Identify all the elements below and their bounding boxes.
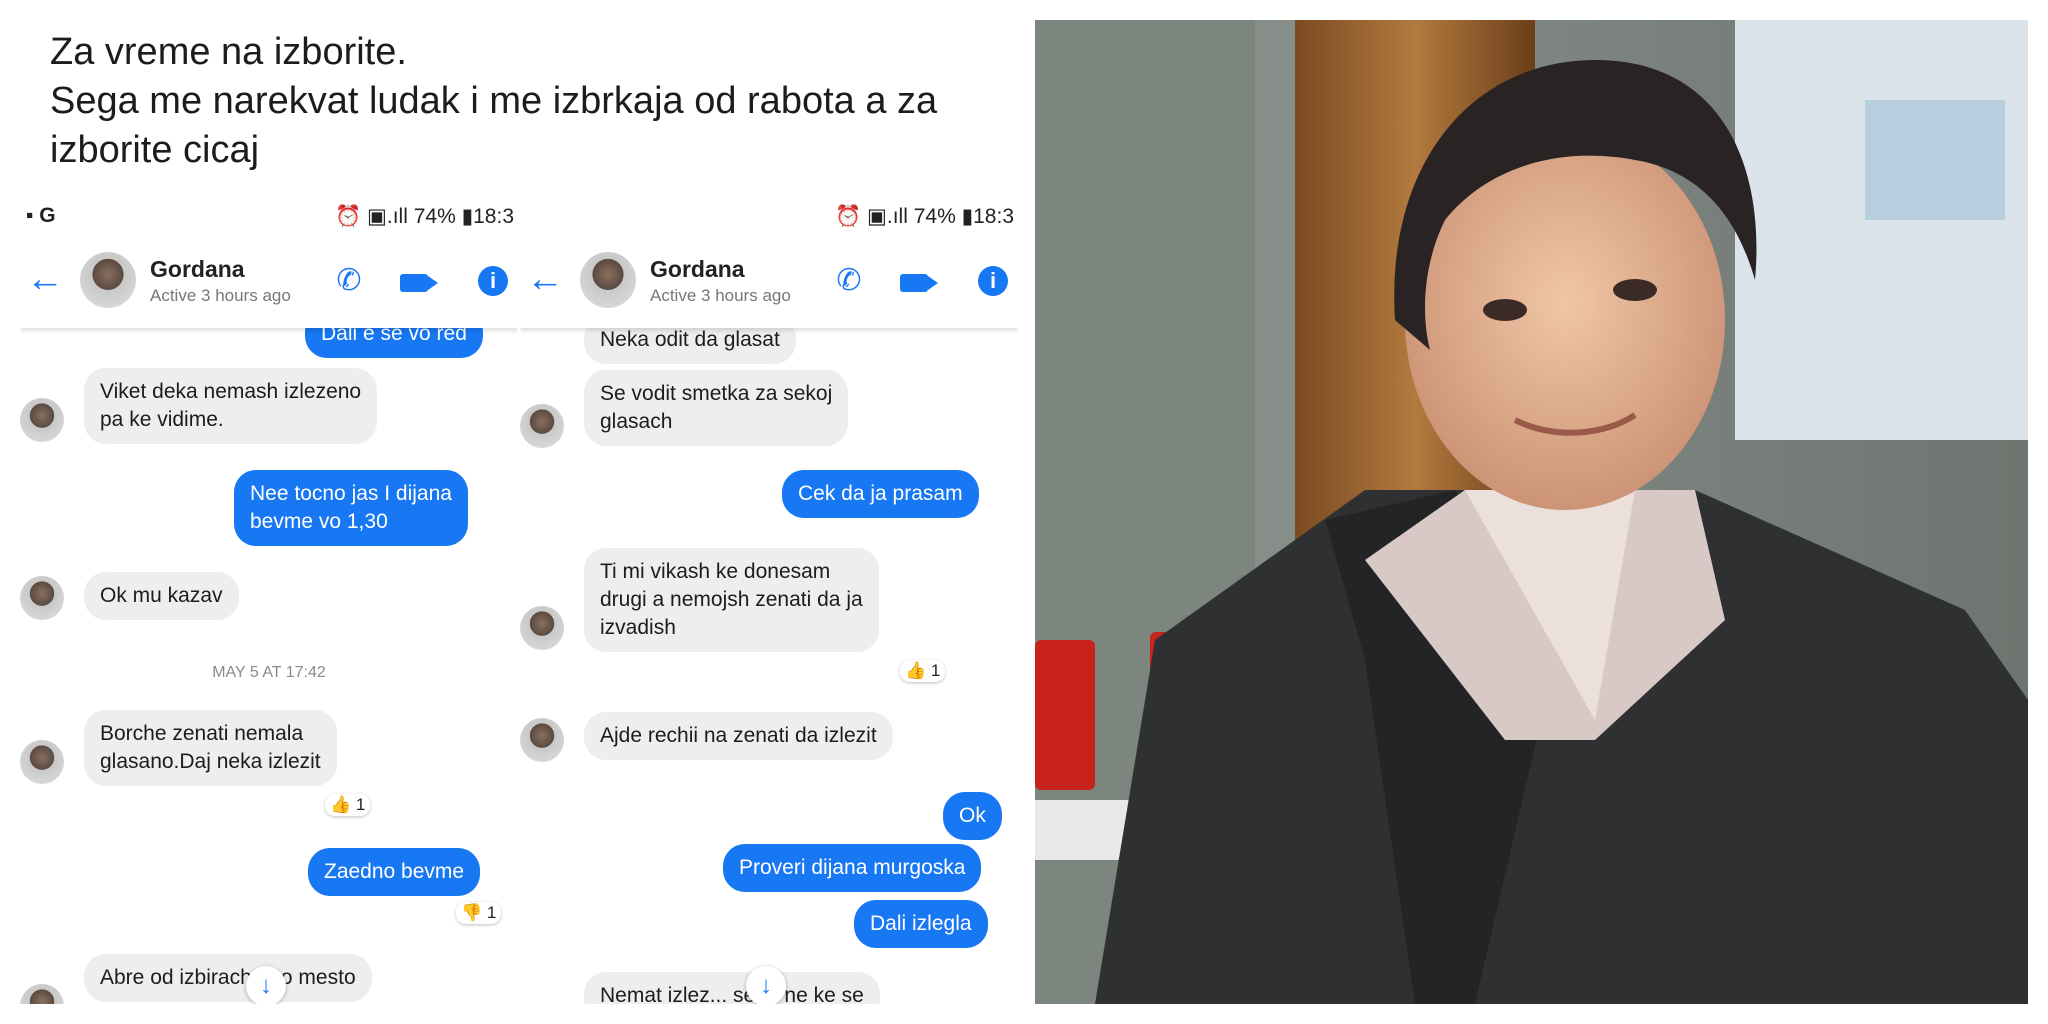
message-bubble[interactable]: Proveri dijana murgoska: [723, 844, 982, 892]
status-left: ▪ G: [26, 204, 56, 227]
reaction-thumbs-up[interactable]: 👍 1: [325, 794, 371, 816]
left-chat-screenshot: ▪ G ⏰ ▣.ıll 74% ▮18:3 ← Gordana Active 3…: [20, 198, 518, 1004]
message-avatar: [20, 984, 64, 1004]
message-bubble[interactable]: Viket deka nemash izlezeno pa ke vidime.: [84, 368, 378, 444]
message-bubble[interactable]: Ok: [943, 792, 1002, 840]
message-bubble[interactable]: Se vodit smetka za sekoj glasach: [584, 370, 849, 446]
info-icon[interactable]: i: [978, 266, 1008, 296]
message-bubble[interactable]: Ok mu kazav: [84, 572, 239, 620]
arrow-down-icon[interactable]: ↓: [246, 966, 286, 1004]
chat-header: ← Gordana Active 3 hours ago ✆ i: [20, 232, 518, 328]
caption-line-1: Za vreme na izborite.: [50, 31, 407, 73]
portrait-illustration: [1035, 20, 2028, 1004]
active-status: Active 3 hours ago: [650, 286, 791, 305]
message-bubble[interactable]: Cek da ja prasam: [782, 470, 979, 518]
right-chat-screenshot: ⏰ ▣.ıll 74% ▮18:3 ← Gordana Active 3 hou…: [520, 198, 1018, 1004]
contact-name[interactable]: Gordana: [150, 256, 245, 283]
status-right: ⏰ ▣.ıll 74% ▮18:3: [335, 205, 514, 228]
back-arrow-icon[interactable]: ←: [26, 260, 64, 298]
arrow-down-icon[interactable]: ↓: [746, 966, 786, 1004]
back-arrow-icon[interactable]: ←: [526, 260, 564, 298]
chat-header: ← Gordana Active 3 hours ago ✆ i: [520, 232, 1018, 328]
phone-icon[interactable]: ✆: [330, 262, 368, 300]
contact-name[interactable]: Gordana: [650, 256, 745, 283]
caption-line-3: izborite cicaj: [50, 129, 260, 171]
info-icon[interactable]: i: [478, 266, 508, 296]
status-bar: ▪ G ⏰ ▣.ıll 74% ▮18:3: [20, 198, 518, 232]
message-bubble[interactable]: Ti mi vikash ke donesam drugi a nemojsh …: [584, 548, 879, 652]
message-avatar: [520, 606, 564, 650]
message-avatar: [20, 398, 64, 442]
contact-avatar[interactable]: [80, 252, 136, 308]
contact-avatar[interactable]: [580, 252, 636, 308]
phone-icon[interactable]: ✆: [830, 262, 868, 300]
message-bubble[interactable]: Ajde rechii na zenati da izlezit: [584, 712, 893, 760]
video-camera-icon[interactable]: [400, 274, 438, 292]
message-avatar: [20, 576, 64, 620]
reaction-thumbs-up[interactable]: 👍 1: [900, 660, 946, 682]
message-bubble[interactable]: Zaedno bevme: [308, 848, 481, 896]
message-bubble[interactable]: Borche zenati nemala glasano.Daj neka iz…: [84, 710, 337, 786]
timestamp: MAY 5 AT 17:42: [212, 664, 326, 681]
reaction-thumbs-down[interactable]: 👎 1: [456, 902, 502, 924]
message-bubble[interactable]: Nee tocno jas I dijana bevme vo 1,30: [234, 470, 468, 546]
active-status: Active 3 hours ago: [150, 286, 291, 305]
post-caption: Za vreme na izborite. Sega me narekvat l…: [50, 28, 1000, 175]
message-avatar: [20, 740, 64, 784]
status-right: ⏰ ▣.ıll 74% ▮18:3: [835, 205, 1014, 228]
message-avatar: [520, 718, 564, 762]
caption-line-2: Sega me narekvat ludak i me izbrkaja od …: [50, 80, 938, 122]
message-avatar: [520, 404, 564, 448]
message-bubble[interactable]: Nemat izlez... sega ne ke se: [584, 972, 880, 1004]
message-bubble[interactable]: Dali izlegla: [854, 900, 988, 948]
message-bubble[interactable]: Abre od izbirach... to mesto: [84, 954, 372, 1002]
video-camera-icon[interactable]: [900, 274, 938, 292]
portrait-photo: [1035, 20, 2028, 1004]
status-bar: ⏰ ▣.ıll 74% ▮18:3: [520, 198, 1018, 232]
